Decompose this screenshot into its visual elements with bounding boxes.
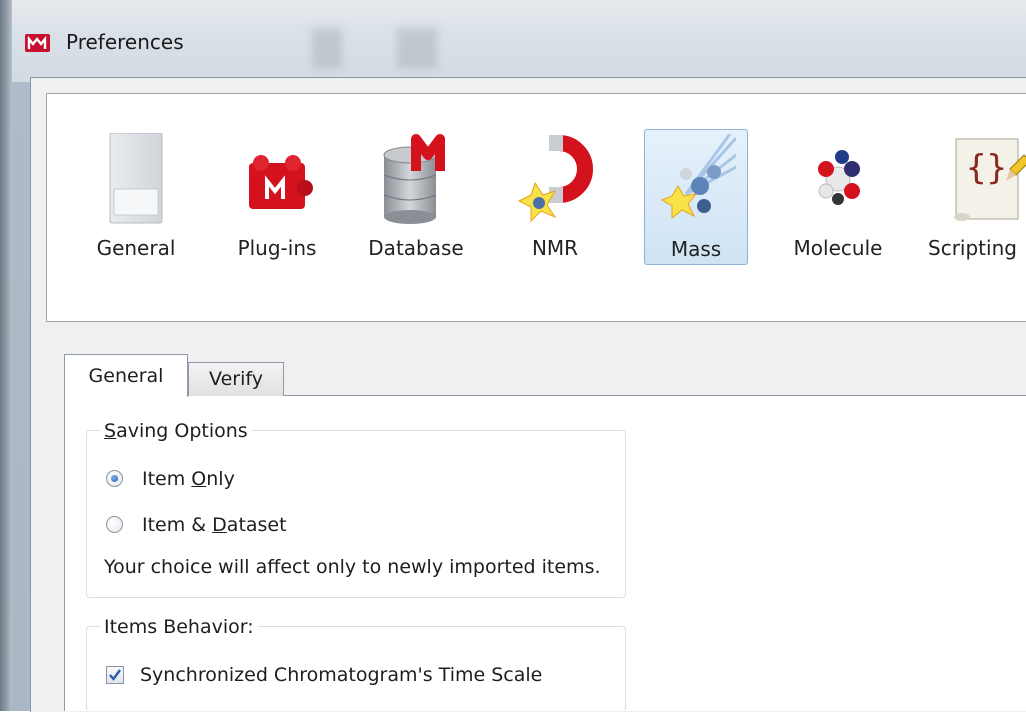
- mestrenova-app-icon[interactable]: [24, 28, 51, 54]
- titlebar-background-blur: [312, 28, 342, 68]
- items-behavior-legend: Items Behavior:: [100, 616, 258, 638]
- item-only-radio[interactable]: [106, 470, 123, 487]
- window-title: Preferences: [66, 30, 184, 54]
- item-dataset-label: Item & Dataset: [142, 514, 287, 536]
- sync-time-scale-checkbox[interactable]: [106, 666, 124, 684]
- category-label: General: [96, 236, 176, 260]
- category-label: Database: [368, 236, 464, 260]
- category-database[interactable]: Database: [360, 129, 472, 265]
- category-label: Scripting: [928, 236, 1017, 260]
- database-icon: [383, 134, 445, 224]
- tab-general[interactable]: General: [64, 354, 188, 397]
- category-general[interactable]: General: [88, 129, 184, 265]
- mass-spectrometry-icon: [660, 134, 736, 220]
- category-mass[interactable]: Mass: [644, 129, 748, 265]
- window-left-edge: [0, 0, 12, 711]
- saving-options-note: Your choice will affect only to newly im…: [104, 556, 601, 578]
- tab-verify[interactable]: Verify: [188, 362, 284, 396]
- category-molecule[interactable]: Molecule: [780, 129, 896, 265]
- titlebar-background-blur: [397, 28, 437, 68]
- svg-text:{}: {}: [966, 148, 1007, 188]
- item-dataset-radio[interactable]: [106, 516, 123, 533]
- scripting-icon: {}: [954, 138, 1026, 221]
- plugins-icon: [249, 155, 313, 209]
- saving-options-legend: Saving Options: [100, 420, 252, 442]
- category-nmr[interactable]: NMR: [512, 129, 598, 265]
- category-label: NMR: [531, 236, 579, 260]
- preferences-window: Preferences General Plug-ins Database NM…: [0, 0, 1026, 712]
- checkmark-icon: [109, 669, 121, 681]
- general-icon: [109, 133, 163, 224]
- molecule-icon: [818, 150, 860, 205]
- nmr-magnet-icon: [517, 135, 593, 223]
- category-label: Plug-ins: [237, 236, 317, 260]
- category-scripting[interactable]: {} Scripting: [928, 129, 1026, 265]
- category-label: Mass: [670, 237, 722, 261]
- category-label: Molecule: [793, 236, 883, 260]
- category-plugins[interactable]: Plug-ins: [226, 129, 328, 265]
- sync-time-scale-label: Synchronized Chromatogram's Time Scale: [140, 664, 543, 686]
- radio-selected-dot: [111, 475, 118, 482]
- item-only-label: Item Only: [142, 468, 235, 490]
